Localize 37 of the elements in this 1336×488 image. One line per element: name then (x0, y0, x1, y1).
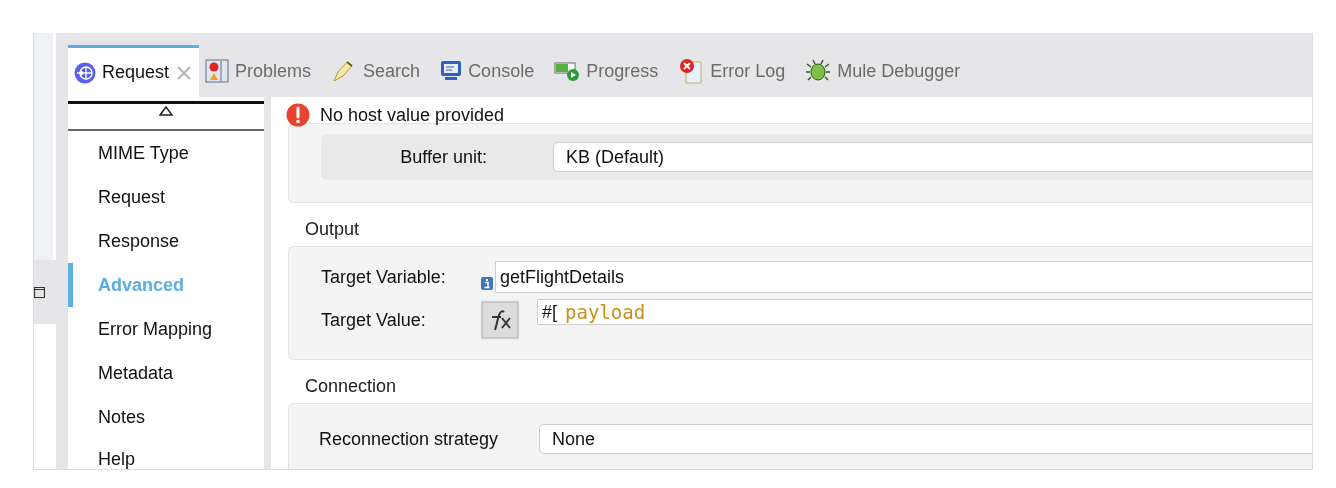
bug-icon (805, 59, 832, 83)
field-label: Buffer unit: (399, 146, 487, 168)
view-tab[interactable]: Progress (548, 45, 673, 97)
field-label: Reconnection strategy (319, 428, 500, 450)
sidebar-item[interactable]: Response (68, 219, 264, 263)
sidebar-item[interactable]: Request (68, 175, 264, 219)
restore-icon[interactable] (34, 286, 45, 298)
monitor-icon (440, 60, 463, 82)
error-log-icon (678, 58, 705, 84)
view-tab[interactable]: Error Log (672, 45, 800, 97)
target-value-field[interactable]: #[ payload (537, 299, 1312, 325)
section-title: Output (304, 218, 361, 241)
expression-prefix: #[ (542, 301, 557, 324)
expression-text: payload (565, 300, 646, 324)
sidebar-item[interactable]: MIME Type (68, 131, 264, 175)
view-tab[interactable]: Problems (199, 45, 326, 97)
sidebar-item[interactable]: Metadata (68, 351, 264, 395)
reconnection-dropdown[interactable]: None (539, 424, 1312, 454)
buffer-unit-dropdown[interactable]: KB (Default) (553, 142, 1312, 172)
view-tab[interactable]: Mule Debugger (799, 45, 975, 97)
field-label: Target Variable: (321, 266, 447, 288)
info-icon (481, 276, 493, 290)
view-tab[interactable]: Search (325, 45, 435, 97)
view-tab[interactable]: Request (68, 45, 200, 97)
expression-toggle[interactable] (481, 301, 519, 339)
field-label: Target Value: (321, 309, 427, 331)
sidebar-item[interactable]: Help (68, 439, 264, 469)
sidebar-item[interactable]: Notes (68, 395, 264, 439)
error-message: No host value provided (320, 104, 505, 126)
scroll-up-icon[interactable] (159, 106, 173, 116)
globe-icon (74, 61, 96, 84)
target-variable-field[interactable]: getFlightDetails (495, 261, 1312, 293)
problems-icon (205, 59, 230, 83)
progress-icon (554, 60, 581, 82)
view-tab[interactable]: Console (434, 45, 549, 97)
section-title: Connection (304, 375, 398, 398)
sidebar-item[interactable]: Error Mapping (68, 307, 264, 351)
